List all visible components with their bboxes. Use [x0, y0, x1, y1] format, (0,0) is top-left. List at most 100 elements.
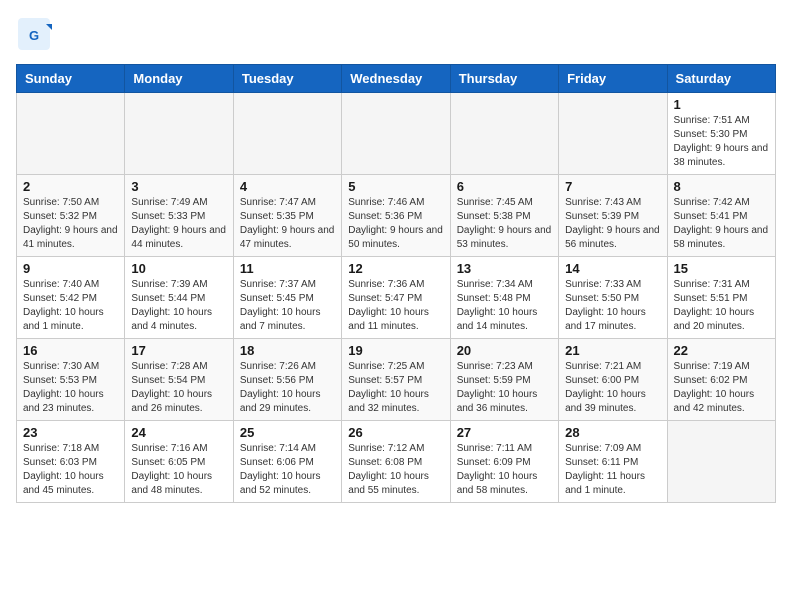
- day-number: 21: [565, 343, 660, 358]
- day-info: Sunrise: 7:11 AM Sunset: 6:09 PM Dayligh…: [457, 442, 552, 498]
- day-info: Sunrise: 7:14 AM Sunset: 6:06 PM Dayligh…: [240, 442, 335, 498]
- day-number: 14: [565, 261, 660, 276]
- day-number: 16: [23, 343, 118, 358]
- day-info: Sunrise: 7:19 AM Sunset: 6:02 PM Dayligh…: [674, 360, 769, 416]
- day-number: 5: [348, 179, 443, 194]
- day-info: Sunrise: 7:26 AM Sunset: 5:56 PM Dayligh…: [240, 360, 335, 416]
- day-number: 27: [457, 425, 552, 440]
- day-info: Sunrise: 7:40 AM Sunset: 5:42 PM Dayligh…: [23, 278, 118, 334]
- day-number: 23: [23, 425, 118, 440]
- calendar-cell: 27 Sunrise: 7:11 AM Sunset: 6:09 PM Dayli…: [450, 421, 558, 503]
- day-number: 2: [23, 179, 118, 194]
- calendar-cell: 13 Sunrise: 7:34 AM Sunset: 5:48 PM Dayli…: [450, 257, 558, 339]
- weekday-header: Saturday: [667, 65, 775, 93]
- calendar-table: SundayMondayTuesdayWednesdayThursdayFrid…: [16, 64, 776, 503]
- weekday-header: Sunday: [17, 65, 125, 93]
- calendar-cell: [450, 93, 558, 175]
- calendar-cell: 24 Sunrise: 7:16 AM Sunset: 6:05 PM Dayli…: [125, 421, 233, 503]
- day-number: 6: [457, 179, 552, 194]
- calendar-cell: 19 Sunrise: 7:25 AM Sunset: 5:57 PM Dayli…: [342, 339, 450, 421]
- calendar-cell: 3 Sunrise: 7:49 AM Sunset: 5:33 PM Daylig…: [125, 175, 233, 257]
- weekday-header: Monday: [125, 65, 233, 93]
- day-number: 15: [674, 261, 769, 276]
- calendar-cell: 26 Sunrise: 7:12 AM Sunset: 6:08 PM Dayli…: [342, 421, 450, 503]
- day-info: Sunrise: 7:12 AM Sunset: 6:08 PM Dayligh…: [348, 442, 443, 498]
- calendar-cell: 8 Sunrise: 7:42 AM Sunset: 5:41 PM Daylig…: [667, 175, 775, 257]
- calendar-cell: [233, 93, 341, 175]
- calendar-cell: 12 Sunrise: 7:36 AM Sunset: 5:47 PM Dayli…: [342, 257, 450, 339]
- calendar-cell: 20 Sunrise: 7:23 AM Sunset: 5:59 PM Dayli…: [450, 339, 558, 421]
- day-number: 22: [674, 343, 769, 358]
- day-number: 13: [457, 261, 552, 276]
- calendar-cell: 5 Sunrise: 7:46 AM Sunset: 5:36 PM Daylig…: [342, 175, 450, 257]
- calendar-cell: 4 Sunrise: 7:47 AM Sunset: 5:35 PM Daylig…: [233, 175, 341, 257]
- day-number: 19: [348, 343, 443, 358]
- calendar-cell: [342, 93, 450, 175]
- day-info: Sunrise: 7:30 AM Sunset: 5:53 PM Dayligh…: [23, 360, 118, 416]
- calendar-cell: 21 Sunrise: 7:21 AM Sunset: 6:00 PM Dayli…: [559, 339, 667, 421]
- day-info: Sunrise: 7:37 AM Sunset: 5:45 PM Dayligh…: [240, 278, 335, 334]
- day-number: 26: [348, 425, 443, 440]
- day-number: 17: [131, 343, 226, 358]
- day-info: Sunrise: 7:25 AM Sunset: 5:57 PM Dayligh…: [348, 360, 443, 416]
- day-number: 8: [674, 179, 769, 194]
- day-info: Sunrise: 7:21 AM Sunset: 6:00 PM Dayligh…: [565, 360, 660, 416]
- day-number: 1: [674, 97, 769, 112]
- day-info: Sunrise: 7:36 AM Sunset: 5:47 PM Dayligh…: [348, 278, 443, 334]
- calendar-cell: 6Sunrise: 7:45 AM Sunset: 5:38 PM Daylig…: [450, 175, 558, 257]
- calendar-cell: [667, 421, 775, 503]
- day-number: 18: [240, 343, 335, 358]
- logo-icon: G: [16, 16, 52, 52]
- day-number: 24: [131, 425, 226, 440]
- header: G: [16, 16, 776, 52]
- calendar-header-row: SundayMondayTuesdayWednesdayThursdayFrid…: [17, 65, 776, 93]
- day-info: Sunrise: 7:50 AM Sunset: 5:32 PM Dayligh…: [23, 196, 118, 252]
- calendar-cell: [125, 93, 233, 175]
- weekday-header: Tuesday: [233, 65, 341, 93]
- day-info: Sunrise: 7:42 AM Sunset: 5:41 PM Dayligh…: [674, 196, 769, 252]
- day-number: 12: [348, 261, 443, 276]
- calendar-week-row: 23 Sunrise: 7:18 AM Sunset: 6:03 PM Dayli…: [17, 421, 776, 503]
- day-info: Sunrise: 7:49 AM Sunset: 5:33 PM Dayligh…: [131, 196, 226, 252]
- day-info: Sunrise: 7:51 AM Sunset: 5:30 PM Dayligh…: [674, 114, 769, 170]
- day-info: Sunrise: 7:18 AM Sunset: 6:03 PM Dayligh…: [23, 442, 118, 498]
- calendar-week-row: 1 Sunrise: 7:51 AM Sunset: 5:30 PM Daylig…: [17, 93, 776, 175]
- day-info: Sunrise: 7:33 AM Sunset: 5:50 PM Dayligh…: [565, 278, 660, 334]
- day-number: 4: [240, 179, 335, 194]
- day-number: 25: [240, 425, 335, 440]
- calendar-cell: [559, 93, 667, 175]
- calendar-week-row: 9 Sunrise: 7:40 AM Sunset: 5:42 PM Daylig…: [17, 257, 776, 339]
- calendar-cell: 16 Sunrise: 7:30 AM Sunset: 5:53 PM Dayli…: [17, 339, 125, 421]
- day-info: Sunrise: 7:46 AM Sunset: 5:36 PM Dayligh…: [348, 196, 443, 252]
- calendar-cell: 2 Sunrise: 7:50 AM Sunset: 5:32 PM Daylig…: [17, 175, 125, 257]
- weekday-header: Friday: [559, 65, 667, 93]
- day-info: Sunrise: 7:23 AM Sunset: 5:59 PM Dayligh…: [457, 360, 552, 416]
- calendar-cell: [17, 93, 125, 175]
- day-info: Sunrise: 7:16 AM Sunset: 6:05 PM Dayligh…: [131, 442, 226, 498]
- calendar-cell: 28Sunrise: 7:09 AM Sunset: 6:11 PM Dayli…: [559, 421, 667, 503]
- day-info: Sunrise: 7:34 AM Sunset: 5:48 PM Dayligh…: [457, 278, 552, 334]
- day-info: Sunrise: 7:43 AM Sunset: 5:39 PM Dayligh…: [565, 196, 660, 252]
- day-info: Sunrise: 7:47 AM Sunset: 5:35 PM Dayligh…: [240, 196, 335, 252]
- day-info: Sunrise: 7:31 AM Sunset: 5:51 PM Dayligh…: [674, 278, 769, 334]
- day-number: 3: [131, 179, 226, 194]
- calendar-cell: 17Sunrise: 7:28 AM Sunset: 5:54 PM Dayli…: [125, 339, 233, 421]
- calendar-cell: 9 Sunrise: 7:40 AM Sunset: 5:42 PM Daylig…: [17, 257, 125, 339]
- calendar-cell: 15 Sunrise: 7:31 AM Sunset: 5:51 PM Dayli…: [667, 257, 775, 339]
- day-number: 28: [565, 425, 660, 440]
- logo: G: [16, 16, 56, 52]
- day-number: 20: [457, 343, 552, 358]
- day-number: 10: [131, 261, 226, 276]
- weekday-header: Thursday: [450, 65, 558, 93]
- calendar-cell: 18 Sunrise: 7:26 AM Sunset: 5:56 PM Dayli…: [233, 339, 341, 421]
- svg-text:G: G: [29, 28, 39, 43]
- calendar-cell: 1 Sunrise: 7:51 AM Sunset: 5:30 PM Daylig…: [667, 93, 775, 175]
- calendar-week-row: 2 Sunrise: 7:50 AM Sunset: 5:32 PM Daylig…: [17, 175, 776, 257]
- day-number: 9: [23, 261, 118, 276]
- day-number: 11: [240, 261, 335, 276]
- calendar-cell: 25 Sunrise: 7:14 AM Sunset: 6:06 PM Dayli…: [233, 421, 341, 503]
- day-number: 7: [565, 179, 660, 194]
- calendar-week-row: 16 Sunrise: 7:30 AM Sunset: 5:53 PM Dayli…: [17, 339, 776, 421]
- calendar-cell: 11 Sunrise: 7:37 AM Sunset: 5:45 PM Dayli…: [233, 257, 341, 339]
- calendar-cell: 10Sunrise: 7:39 AM Sunset: 5:44 PM Dayli…: [125, 257, 233, 339]
